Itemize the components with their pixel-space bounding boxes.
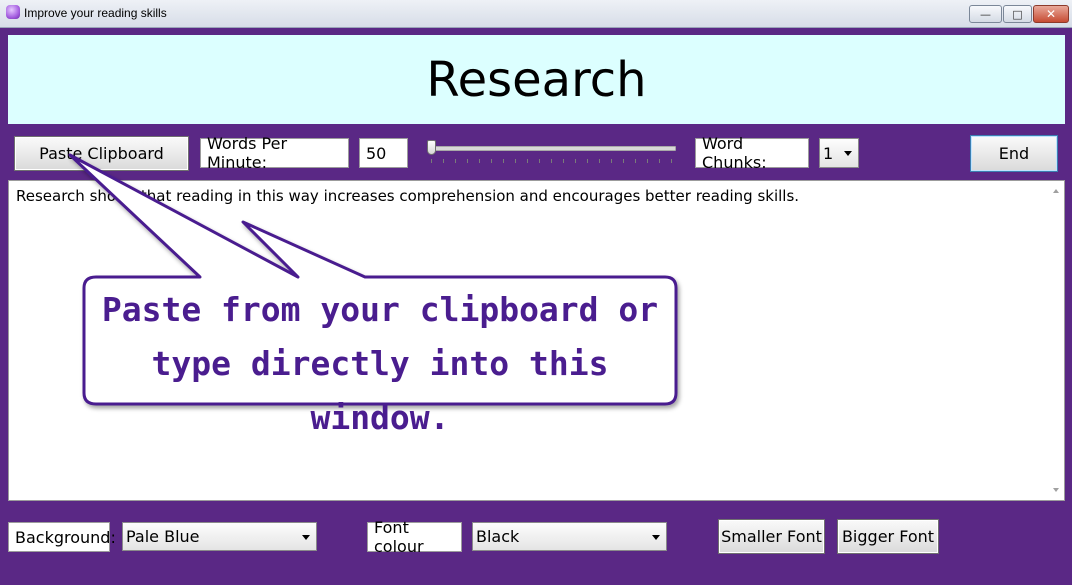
window-title: Improve your reading skills	[24, 6, 167, 20]
maximize-button[interactable]: □	[1003, 5, 1032, 23]
text-content[interactable]: Research shows that reading in this way …	[16, 187, 799, 205]
speed-slider[interactable]	[425, 137, 680, 167]
minimize-button[interactable]: —	[969, 5, 1002, 23]
close-button[interactable]: ✕	[1033, 5, 1069, 23]
wpm-input[interactable]: 50	[359, 138, 408, 168]
background-value: Pale Blue	[126, 527, 200, 546]
font-colour-value: Black	[476, 527, 520, 546]
background-label: Background:	[8, 522, 116, 552]
minimize-icon: —	[980, 7, 991, 21]
chevron-down-icon	[652, 534, 660, 540]
bigger-font-button[interactable]: Bigger Font	[837, 519, 939, 554]
slider-ticks	[431, 159, 674, 163]
scroll-up-icon[interactable]	[1053, 189, 1059, 193]
close-icon: ✕	[1045, 7, 1057, 21]
paste-clipboard-button[interactable]: Paste Clipboard	[14, 136, 189, 171]
slider-track	[429, 146, 676, 151]
end-button[interactable]: End	[970, 135, 1058, 172]
word-chunks-select[interactable]: 1	[819, 138, 859, 168]
vertical-scrollbar[interactable]	[1047, 181, 1064, 500]
slider-thumb[interactable]	[427, 140, 436, 155]
callout-text: Paste from your clipboard or type direct…	[101, 290, 659, 437]
background-select[interactable]: Pale Blue	[122, 522, 317, 551]
chevron-down-icon	[302, 534, 310, 540]
maximize-icon: □	[1012, 7, 1023, 21]
header-panel: Research	[8, 35, 1065, 124]
chevron-down-icon	[844, 151, 852, 156]
word-chunks-label: Word Chunks:	[695, 134, 809, 172]
title-bar: Improve your reading skills — □ ✕	[0, 0, 1072, 28]
font-colour-select[interactable]: Black	[472, 522, 667, 551]
app-icon	[6, 5, 20, 19]
smaller-font-button[interactable]: Smaller Font	[718, 519, 825, 554]
word-chunks-value: 1	[823, 143, 834, 163]
word-display: Research	[426, 51, 647, 108]
font-colour-label: Font colour	[367, 518, 462, 556]
wpm-label: Words Per Minute:	[200, 134, 349, 172]
scroll-down-icon[interactable]	[1053, 488, 1059, 492]
